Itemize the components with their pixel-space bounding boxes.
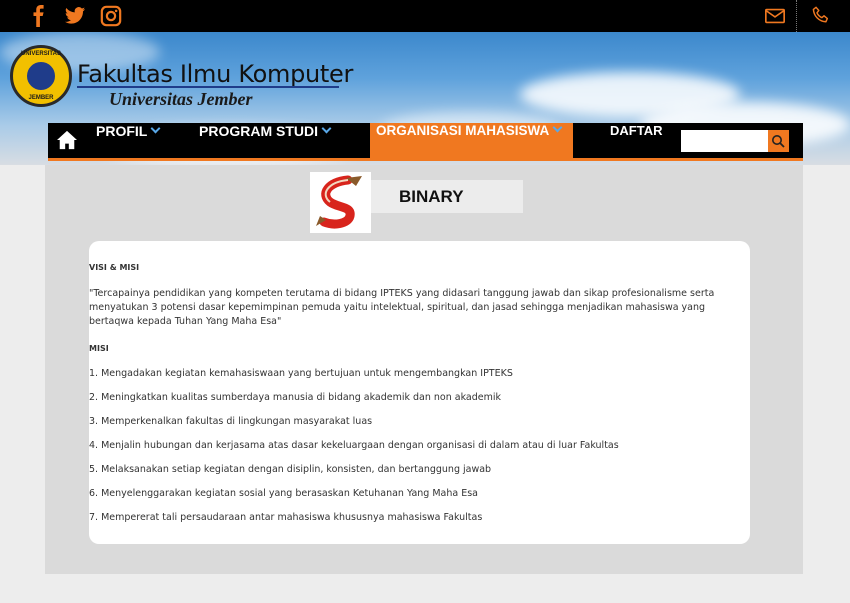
logo-text-bottom: JEMBER <box>28 95 54 101</box>
main-content: BINARY VISI & MISI "Tercapainya pendidik… <box>45 165 803 574</box>
university-subtitle: Universitas Jember <box>109 89 253 109</box>
title-underline <box>77 86 339 88</box>
top-social-bar <box>0 0 850 32</box>
visi-misi-card: VISI & MISI "Tercapainya pendidikan yang… <box>89 241 750 544</box>
nav-label: PROFIL <box>96 123 148 139</box>
binary-logo-icon <box>316 175 362 229</box>
visi-heading: VISI & MISI <box>89 263 140 272</box>
main-nav: PROFIL PROGRAM STUDI ORGANISASI MAHASISW… <box>48 122 803 161</box>
chevron-down-icon <box>150 123 161 134</box>
misi-item: 2. Meningkatkan kualitas sumberdaya manu… <box>89 392 502 403</box>
organization-logo <box>310 172 371 233</box>
misi-item: 1. Mengadakan kegiatan kemahasiswaan yan… <box>89 368 513 379</box>
university-logo[interactable]: UNIVERSITAS JEMBER <box>10 45 72 107</box>
nav-profil[interactable]: PROFIL <box>96 123 166 158</box>
misi-item: 7. Mempererat tali persaudaraan antar ma… <box>89 512 483 523</box>
misi-item: 6. Menyelenggarakan kegiatan sosial yang… <box>89 488 478 499</box>
nav-label: DAFTAR <box>610 123 663 138</box>
logo-text-top: UNIVERSITAS <box>21 51 61 57</box>
nav-label: PROGRAM STUDI <box>199 123 318 139</box>
misi-item: 5. Melaksanakan setiap kegiatan dengan d… <box>89 464 492 475</box>
search-icon <box>772 135 785 148</box>
divider <box>796 0 797 32</box>
home-icon[interactable] <box>56 130 78 150</box>
search-input[interactable] <box>681 130 769 152</box>
instagram-icon[interactable] <box>100 5 122 27</box>
misi-heading: MISI <box>89 344 109 353</box>
logo-emblem <box>25 60 57 92</box>
organization-name: BINARY <box>371 180 523 213</box>
search-button[interactable] <box>768 130 789 152</box>
facebook-icon[interactable] <box>28 5 50 27</box>
phone-icon[interactable] <box>810 5 832 27</box>
chevron-down-icon <box>321 123 332 134</box>
mail-icon[interactable] <box>764 5 786 27</box>
faculty-title: Fakultas Ilmu Komputer <box>77 60 354 88</box>
nav-program-studi[interactable]: PROGRAM STUDI <box>199 123 359 158</box>
misi-item: 3. Memperkenalkan fakultas di lingkungan… <box>89 416 373 427</box>
visi-text: "Tercapainya pendidikan yang kompeten te… <box>89 288 715 327</box>
chevron-down-icon <box>552 122 563 133</box>
nav-label: ORGANISASI MAHASISWA <box>376 123 550 138</box>
twitter-icon[interactable] <box>63 5 87 27</box>
nav-organisasi-mahasiswa[interactable]: ORGANISASI MAHASISWA <box>370 122 573 158</box>
misi-item: 4. Menjalin hubungan dan kerjasama atas … <box>89 440 619 451</box>
nav-daftar[interactable]: DAFTAR <box>610 123 670 158</box>
